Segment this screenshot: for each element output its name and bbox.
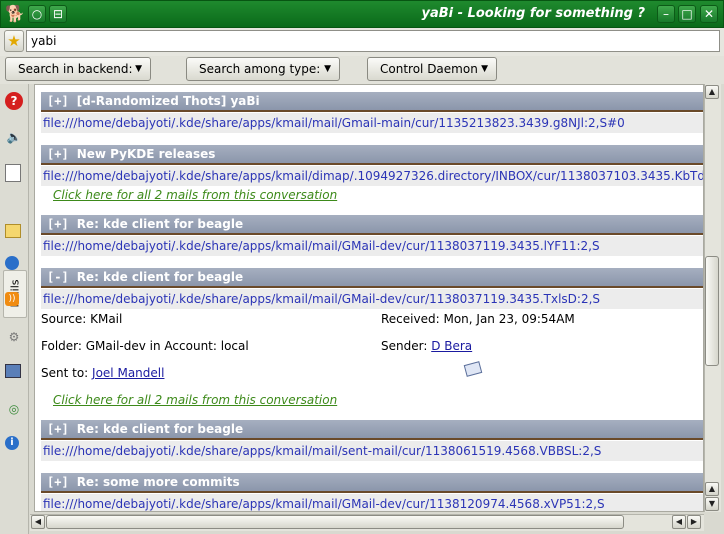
scroll-left-button[interactable]: ◀ bbox=[672, 515, 686, 529]
search-type-button[interactable]: Search among type: ▼ bbox=[186, 57, 340, 81]
received-label: Received: bbox=[381, 312, 440, 326]
folder-value: GMail-dev in Account: local bbox=[85, 339, 249, 353]
folder-label: Folder: bbox=[41, 339, 82, 353]
vertical-scroll-thumb[interactable] bbox=[705, 256, 719, 366]
scroll-up-button[interactable]: ▲ bbox=[705, 482, 719, 496]
scroll-left-button[interactable]: ◀ bbox=[31, 515, 45, 529]
sent-to-field: Sent to: Joel Mandell bbox=[41, 366, 164, 380]
horizontal-scroll-thumb[interactable] bbox=[46, 515, 624, 529]
recipient-link[interactable]: Joel Mandell bbox=[92, 366, 164, 380]
minimize-button[interactable]: – bbox=[657, 5, 675, 23]
result-title: Re: kde client for beagle bbox=[76, 217, 244, 231]
app-dog-icon[interactable]: 🐕 bbox=[5, 4, 25, 24]
control-daemon-label: Control Daemon bbox=[380, 62, 478, 76]
expand-toggle[interactable]: [+] bbox=[47, 147, 69, 161]
category-sidebar: ? 🔈 Mails )) ⚙ ◎ i bbox=[0, 84, 29, 534]
result-title: Re: kde client for beagle bbox=[76, 270, 244, 284]
result-header[interactable]: [+] New PyKDE releases bbox=[41, 145, 703, 165]
chevron-down-icon: ▼ bbox=[481, 64, 488, 74]
result-url-link[interactable]: file:///home/debajyoti/.kde/share/apps/k… bbox=[41, 236, 703, 256]
conversation-link[interactable]: Click here for all 2 mails from this con… bbox=[53, 393, 337, 407]
expand-toggle[interactable]: [+] bbox=[47, 94, 69, 108]
result-header[interactable]: [+] Re: some more commits bbox=[41, 473, 703, 493]
sender-link[interactable]: D Bera bbox=[431, 339, 472, 353]
result-url-link[interactable]: file:///home/debajyoti/.kde/share/apps/k… bbox=[41, 494, 703, 511]
bookmark-star-button[interactable]: ★ bbox=[4, 30, 24, 52]
results-pane: [+] [d-Randomized Thots] yaBi file:///hom… bbox=[34, 84, 704, 512]
control-daemon-button[interactable]: Control Daemon ▼ bbox=[367, 57, 497, 81]
result-title: Re: kde client for beagle bbox=[76, 422, 244, 436]
chevron-down-icon: ▼ bbox=[324, 64, 331, 74]
title-bar[interactable]: 🐕 ○ ⊟ yaBi - Looking for something ? – □… bbox=[0, 0, 724, 28]
result-header[interactable]: [+] Re: kde client for beagle bbox=[41, 215, 703, 235]
star-icon: ★ bbox=[7, 32, 21, 50]
sticky-button[interactable]: ○ bbox=[28, 5, 46, 23]
window-icon[interactable] bbox=[5, 364, 21, 378]
scroll-up-button[interactable]: ▲ bbox=[705, 85, 719, 99]
source-value: KMail bbox=[90, 312, 123, 326]
conversation-link[interactable]: Click here for all 2 mails from this con… bbox=[53, 188, 337, 202]
scroll-right-button[interactable]: ▶ bbox=[687, 515, 701, 529]
window-menu-button[interactable]: ⊟ bbox=[49, 5, 67, 23]
result-url-link[interactable]: file:///home/debajyoti/.kde/share/apps/k… bbox=[41, 166, 703, 186]
rss-icon[interactable]: )) bbox=[5, 292, 19, 306]
speaker-icon[interactable]: 🔈 bbox=[5, 128, 23, 146]
folder-field: Folder: GMail-dev in Account: local bbox=[41, 339, 249, 353]
sender-label: Sender: bbox=[381, 339, 428, 353]
settings-icon[interactable]: ⚙ bbox=[5, 328, 23, 346]
scroll-down-button[interactable]: ▼ bbox=[705, 497, 719, 511]
close-button[interactable]: ✕ bbox=[700, 5, 718, 23]
result-title: Re: some more commits bbox=[76, 475, 240, 489]
maximize-button[interactable]: □ bbox=[678, 5, 696, 23]
search-backend-button[interactable]: Search in backend: ▼ bbox=[5, 57, 151, 81]
result-header[interactable]: [+] Re: kde client for beagle bbox=[41, 420, 703, 440]
sender-field: Sender: D Bera bbox=[381, 339, 472, 353]
envelope-icon[interactable] bbox=[463, 361, 483, 377]
search-type-label: Search among type: bbox=[199, 62, 321, 76]
sent-to-label: Sent to: bbox=[41, 366, 89, 380]
chevron-down-icon: ▼ bbox=[135, 64, 142, 74]
expand-toggle[interactable]: [+] bbox=[47, 475, 69, 489]
help-icon[interactable]: ? bbox=[5, 92, 23, 110]
mail-icon[interactable] bbox=[5, 224, 21, 238]
search-input[interactable] bbox=[26, 30, 720, 52]
document-icon[interactable] bbox=[5, 164, 21, 182]
result-header[interactable]: [-] Re: kde client for beagle bbox=[41, 268, 703, 288]
result-url-link[interactable]: file:///home/debajyoti/.kde/share/apps/k… bbox=[41, 113, 703, 133]
result-title: [d-Randomized Thots] yaBi bbox=[76, 94, 260, 108]
wireless-icon[interactable]: ◎ bbox=[5, 400, 23, 418]
result-url-link[interactable]: file:///home/debajyoti/.kde/share/apps/k… bbox=[41, 441, 703, 461]
result-title: New PyKDE releases bbox=[76, 147, 216, 161]
received-field: Received: Mon, Jan 23, 09:54AM bbox=[381, 312, 575, 326]
received-value: Mon, Jan 23, 09:54AM bbox=[443, 312, 575, 326]
expand-toggle[interactable]: [+] bbox=[47, 422, 69, 436]
source-label: Source: bbox=[41, 312, 87, 326]
collapse-toggle[interactable]: [-] bbox=[47, 270, 69, 284]
result-url-link[interactable]: file:///home/debajyoti/.kde/share/apps/k… bbox=[41, 289, 703, 309]
info-icon[interactable]: i bbox=[5, 436, 19, 450]
expand-toggle[interactable]: [+] bbox=[47, 217, 69, 231]
source-field: Source: KMail bbox=[41, 312, 122, 326]
window-title: yaBi - Looking for something ? bbox=[421, 6, 645, 21]
result-header[interactable]: [+] [d-Randomized Thots] yaBi bbox=[41, 92, 703, 112]
search-backend-label: Search in backend: bbox=[18, 62, 133, 76]
globe-icon[interactable] bbox=[5, 256, 19, 270]
